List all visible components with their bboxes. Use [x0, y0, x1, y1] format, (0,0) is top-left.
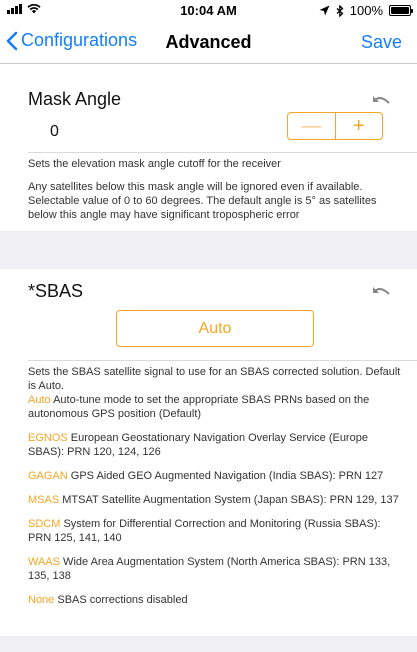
sbas-option-auto: Auto Auto-tune mode to set the appropria…	[28, 393, 405, 421]
sbas-select[interactable]: Auto	[116, 310, 314, 347]
option-text: SBAS corrections disabled	[54, 594, 188, 606]
sbas-option-none: None SBAS corrections disabled	[28, 593, 405, 607]
bottom-band	[0, 636, 417, 652]
sbas-option-sdcm: SDCM System for Differential Correction …	[28, 517, 405, 545]
sbas-section: *SBAS Auto Sets the SBAS satellite signa…	[0, 269, 417, 636]
navigation-bar: Configurations Advanced Save	[0, 20, 417, 64]
option-text: System for Differential Correction and M…	[28, 518, 381, 544]
mask-angle-details: Any satellites below this mask angle wil…	[28, 181, 377, 221]
save-button[interactable]: Save	[361, 32, 402, 53]
mask-angle-summary: Sets the elevation mask angle cutoff for…	[28, 158, 281, 170]
sbas-description: Sets the SBAS satellite signal to use fo…	[28, 365, 405, 617]
option-key: None	[28, 594, 55, 606]
undo-icon[interactable]	[369, 92, 393, 110]
option-key: MSAS	[28, 494, 60, 506]
decrement-button[interactable]: —	[288, 113, 336, 139]
divider	[28, 360, 417, 361]
mask-angle-stepper: — +	[287, 112, 383, 140]
battery-icon	[389, 5, 413, 16]
option-key: WAAS	[28, 556, 60, 568]
mask-angle-value: 0	[50, 123, 59, 140]
section-separator	[0, 231, 417, 269]
option-key: Auto	[28, 394, 51, 406]
option-text: Auto-tune mode to set the appropriate SB…	[28, 394, 370, 420]
status-bar: 10:04 AM 100%	[0, 0, 417, 20]
sbas-option-waas: WAAS Wide Area Augmentation System (Nort…	[28, 555, 405, 583]
increment-button[interactable]: +	[336, 113, 383, 139]
location-arrow-icon	[319, 5, 330, 16]
mask-angle-section: Mask Angle 0 — + Sets the elevation mask…	[0, 65, 417, 230]
sbas-summary: Sets the SBAS satellite signal to use fo…	[28, 366, 401, 392]
back-button[interactable]: Configurations	[6, 30, 137, 51]
undo-icon[interactable]	[369, 283, 393, 301]
sbas-option-egnos: EGNOS European Geostationary Navigation …	[28, 431, 405, 459]
sbas-option-msas: MSAS MTSAT Satellite Augmentation System…	[28, 493, 405, 507]
bluetooth-icon	[336, 4, 344, 17]
divider	[28, 152, 417, 153]
mask-angle-title: Mask Angle	[28, 89, 122, 109]
option-key: SDCM	[28, 518, 61, 530]
option-text: Wide Area Augmentation System (North Ame…	[28, 556, 391, 582]
battery-percent: 100%	[349, 3, 383, 18]
status-right: 100%	[319, 3, 413, 18]
sbas-title: *SBAS	[28, 281, 84, 301]
sbas-option-gagan: GAGAN GPS Aided GEO Augmented Navigation…	[28, 469, 405, 483]
back-button-label: Configurations	[21, 30, 138, 50]
option-key: GAGAN	[28, 470, 68, 482]
option-text: European Geostationary Navigation Overla…	[28, 432, 368, 458]
option-text: MTSAT Satellite Augmentation System (Jap…	[59, 494, 399, 506]
chevron-left-icon	[6, 31, 18, 50]
option-text: GPS Aided GEO Augmented Navigation (Indi…	[67, 470, 384, 482]
option-key: EGNOS	[28, 432, 68, 444]
